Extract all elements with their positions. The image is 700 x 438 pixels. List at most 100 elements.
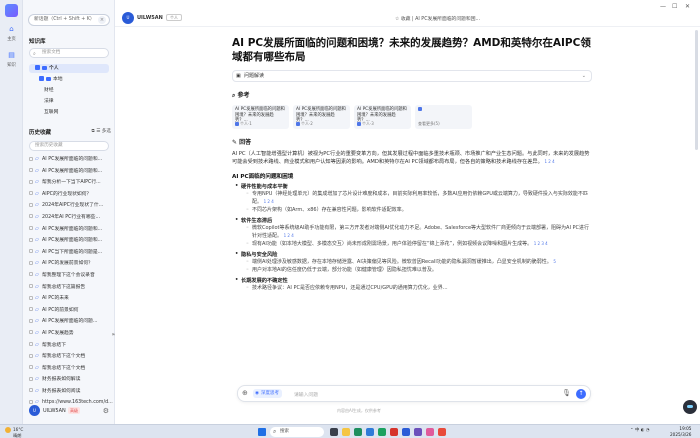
question-interpretation-dropdown[interactable]: ▣ 问题解读 ⌄ bbox=[232, 70, 592, 82]
citation-marker[interactable]: 1 2 3 4 bbox=[534, 241, 548, 246]
history-item[interactable]: ▱ AI PC发展所面临的问题和... bbox=[27, 154, 113, 166]
history-item[interactable]: ▱ AI PC的未来 bbox=[27, 293, 113, 305]
close-window-icon[interactable]: ✕ bbox=[685, 3, 690, 10]
history-item[interactable]: ▱ 财务报表如何解读 bbox=[27, 374, 113, 386]
weather-widget[interactable]: 16°C 晴朗 bbox=[5, 427, 23, 438]
checkbox-icon[interactable] bbox=[29, 376, 33, 381]
checkbox-icon[interactable] bbox=[29, 237, 33, 242]
tree-item-local[interactable]: 本地 bbox=[39, 75, 63, 84]
system-tray[interactable]: ⌃ 中 ◐ ◔ bbox=[630, 427, 650, 433]
citation-marker[interactable]: 1 2 4 bbox=[264, 199, 274, 204]
checkbox-icon[interactable] bbox=[29, 353, 33, 358]
history-item[interactable]: ▱ AI PC发展所面临的问题和... bbox=[27, 166, 113, 178]
reference-card[interactable]: AI PC发展所面临的问题和困境？未来的发展趋势？... 个人·3 bbox=[354, 105, 411, 129]
app-icon[interactable] bbox=[438, 428, 446, 436]
checkbox-icon[interactable] bbox=[29, 168, 33, 173]
checkbox-icon[interactable] bbox=[29, 202, 33, 207]
chrome-icon[interactable] bbox=[378, 428, 386, 436]
app-icon[interactable] bbox=[426, 428, 434, 436]
view-more-refs-button[interactable]: 查看更多(5) bbox=[415, 105, 472, 129]
history-item[interactable]: ▱ 帮我分析一下当下AIPC行... bbox=[27, 177, 113, 189]
multi-select-button[interactable]: ⧉ ☰ 多选 bbox=[91, 128, 111, 134]
history-item[interactable]: ▱ AI PC的前景如何 bbox=[27, 305, 113, 317]
microphone-icon[interactable]: 🎙 bbox=[562, 389, 571, 397]
doc-icon bbox=[418, 107, 422, 111]
history-item[interactable]: ▱ AI PC发展所面临的问题... bbox=[27, 316, 113, 328]
new-chat-button[interactable]: 新话题（Ctrl + Shift + K） × bbox=[28, 14, 110, 26]
checkbox-icon[interactable] bbox=[29, 260, 33, 265]
checkbox-icon[interactable] bbox=[29, 330, 33, 335]
reference-card[interactable]: AI PC发展所面临的问题和困境？未来的发展趋势？... 个人·1 bbox=[232, 105, 289, 129]
history-item[interactable]: ▱ 帮我总结下这个文档 bbox=[27, 351, 113, 363]
store-icon[interactable] bbox=[366, 428, 374, 436]
history-item[interactable]: ▱ 帮我总结下 bbox=[27, 340, 113, 352]
history-item[interactable]: ▱ 帮我整理下这个会议录音 bbox=[27, 270, 113, 282]
taskbar-search[interactable]: 搜索 bbox=[270, 427, 324, 437]
word-icon[interactable] bbox=[402, 428, 410, 436]
tree-item-law[interactable]: 法律 bbox=[44, 97, 54, 106]
citation-marker[interactable]: 1 2 4 bbox=[544, 159, 554, 164]
history-item[interactable]: ▱ AI PC发展所面临的问题和... bbox=[27, 235, 113, 247]
checkbox-icon[interactable] bbox=[29, 318, 33, 323]
history-item[interactable]: ▱ AI PC发展趋势 bbox=[27, 328, 113, 340]
checkbox-icon[interactable] bbox=[29, 191, 33, 196]
history-item[interactable]: ▱ 帮我总结下这篇报告 bbox=[27, 282, 113, 294]
checkbox-icon[interactable] bbox=[29, 307, 33, 312]
tree-item-internet[interactable]: 互联网 bbox=[44, 108, 58, 117]
checkbox-icon[interactable] bbox=[35, 65, 40, 70]
app-icon[interactable] bbox=[390, 428, 398, 436]
tree-item-personal[interactable]: 个人 bbox=[29, 64, 109, 73]
chat-input-box[interactable]: ⊕ 深度思考 请输入问题 🎙 ↑ bbox=[237, 385, 591, 402]
maximize-icon[interactable]: ☐ bbox=[672, 3, 677, 10]
edge-icon[interactable] bbox=[354, 428, 362, 436]
checkbox-icon[interactable] bbox=[29, 226, 33, 231]
history-item[interactable]: ▱ AIPC的行业现状如何？ bbox=[27, 189, 113, 201]
avatar[interactable]: U bbox=[122, 12, 134, 24]
file-explorer-icon[interactable] bbox=[342, 428, 350, 436]
favorite-breadcrumb[interactable]: ☆ 收藏 | AI PC发展所面临的问题和困... bbox=[395, 15, 480, 22]
rail-item-knowledge[interactable]: ▤ 知识 bbox=[0, 50, 23, 68]
avatar[interactable]: U bbox=[29, 405, 40, 416]
checkbox-icon[interactable] bbox=[29, 295, 33, 300]
history-item[interactable]: ▱ 财务报表如何阅读 bbox=[27, 386, 113, 398]
history-item[interactable]: ▱ AI PC的发展前景如何？ bbox=[27, 258, 113, 270]
user-bar[interactable]: U UILW5AN 高级 ⚙ bbox=[29, 404, 111, 418]
citation-marker[interactable]: 5 bbox=[553, 259, 556, 264]
checkbox-icon[interactable] bbox=[29, 272, 33, 277]
minimize-icon[interactable]: — bbox=[660, 3, 666, 10]
clock[interactable]: 19:05 2025/3/26 bbox=[670, 426, 691, 437]
checkbox-icon[interactable] bbox=[29, 388, 33, 393]
history-search-input[interactable]: 搜索历史收藏 bbox=[29, 141, 109, 151]
history-item[interactable]: ▱ AI PC发展所面临的问题和... bbox=[27, 224, 113, 236]
history-header: 历史收藏 ⧉ ☰ 多选 bbox=[29, 128, 111, 136]
checkbox-icon[interactable] bbox=[29, 179, 33, 184]
checkbox-icon[interactable] bbox=[29, 249, 33, 254]
history-item[interactable]: ▱ 帮我总结下这个文档 bbox=[27, 363, 113, 375]
deep-think-toggle[interactable]: 深度思考 bbox=[253, 389, 282, 398]
scrollbar[interactable] bbox=[695, 30, 698, 390]
checkbox-icon[interactable] bbox=[29, 284, 33, 289]
reference-card[interactable]: AI PC发展所面临的问题和困境？未来的发展趋势？... 个人·2 bbox=[293, 105, 350, 129]
rail-item-home[interactable]: ⌂ 主页 bbox=[0, 24, 23, 42]
kb-search-input[interactable]: ⌕ 搜索文档 bbox=[29, 48, 109, 58]
history-item[interactable]: ▱ AI PC当下所面临的问题是... bbox=[27, 247, 113, 259]
checkbox-icon[interactable] bbox=[29, 214, 33, 219]
chat-input[interactable]: 请输入问题 bbox=[294, 391, 318, 398]
gear-icon[interactable]: ⚙ bbox=[103, 407, 109, 415]
assistant-robot-icon[interactable] bbox=[683, 400, 697, 414]
send-button[interactable]: ↑ bbox=[576, 389, 586, 399]
history-item[interactable]: ▱ 2024年AIPC行业现状了什... bbox=[27, 200, 113, 212]
checkbox-icon[interactable] bbox=[29, 365, 33, 370]
tree-item-finance[interactable]: 财经 bbox=[44, 86, 54, 95]
scrollbar-thumb[interactable] bbox=[695, 30, 698, 150]
start-icon[interactable] bbox=[258, 428, 266, 436]
history-item[interactable]: ▱ 2024年AI PC行业有哪些... bbox=[27, 212, 113, 224]
app-icon[interactable] bbox=[414, 428, 422, 436]
citation-marker[interactable]: 1 2 4 bbox=[284, 233, 294, 238]
add-icon[interactable]: ⊕ bbox=[242, 389, 248, 397]
checkbox-icon[interactable] bbox=[39, 76, 44, 81]
checkbox-icon[interactable] bbox=[29, 156, 33, 161]
close-icon[interactable]: × bbox=[98, 16, 106, 24]
checkbox-icon[interactable] bbox=[29, 342, 33, 346]
task-view-icon[interactable] bbox=[330, 428, 338, 436]
